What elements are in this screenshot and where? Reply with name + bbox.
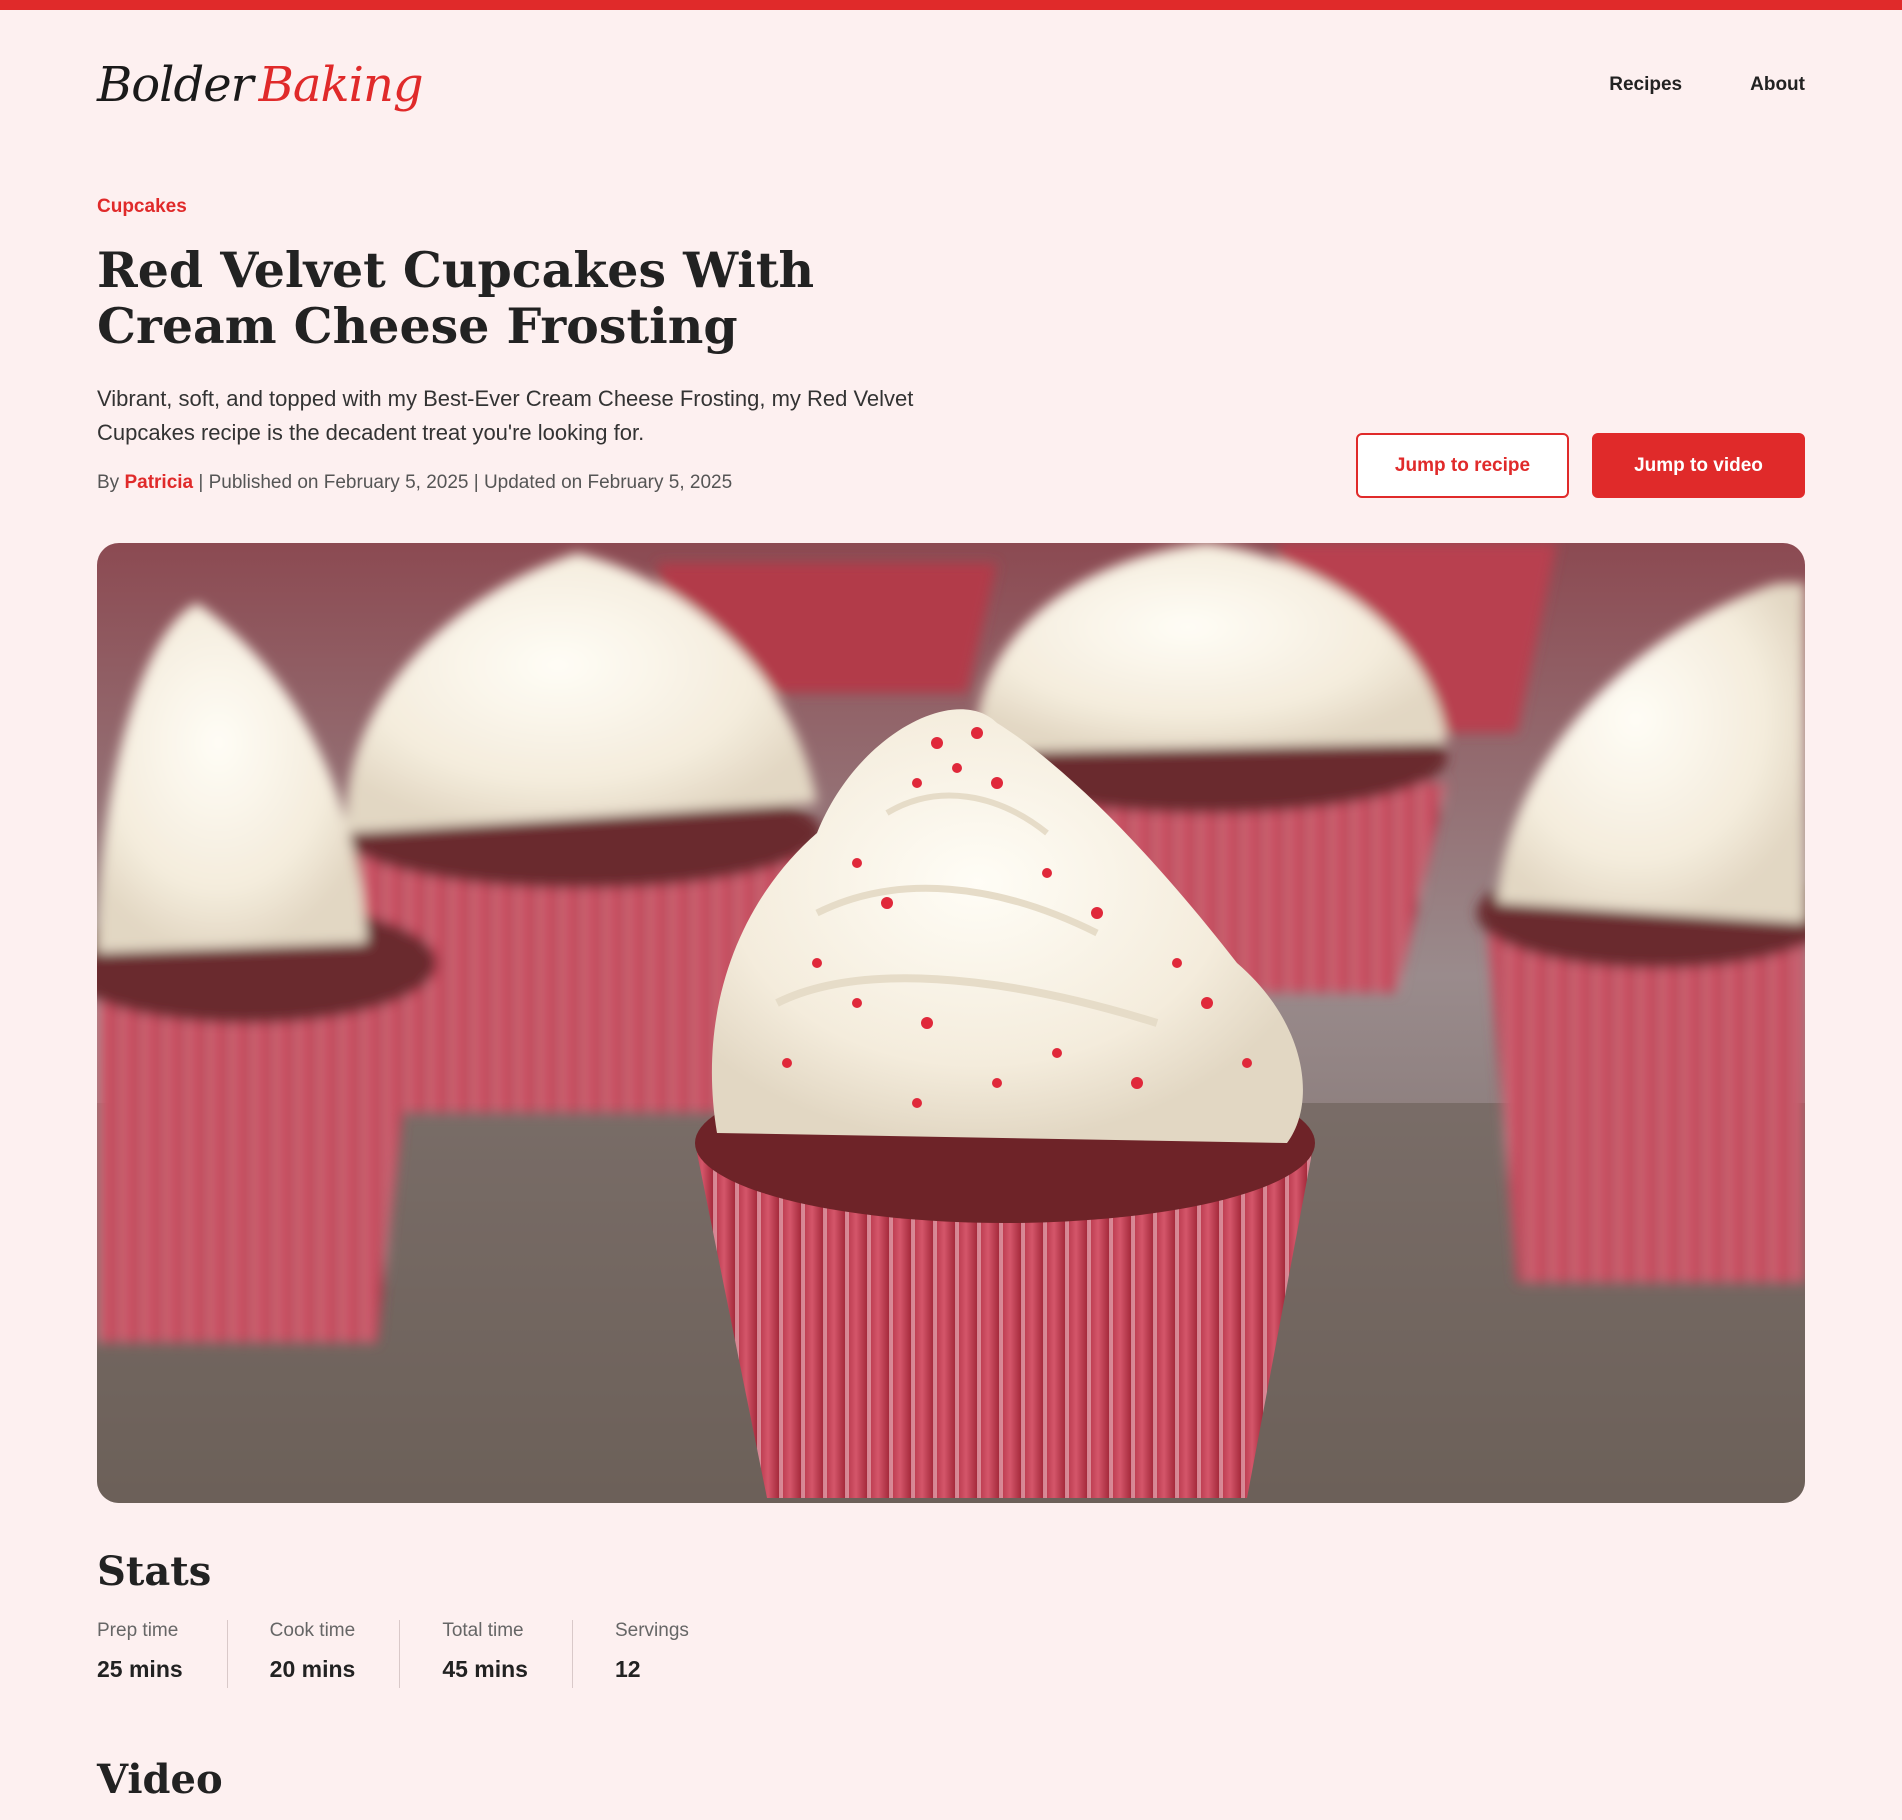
stat-value: 45 mins: [442, 1656, 528, 1682]
site-logo[interactable]: Bolder Baking: [97, 57, 424, 113]
main-nav: Recipes About: [1609, 74, 1805, 96]
stat-total-time: Total time 45 mins: [442, 1620, 573, 1688]
stat-value: 20 mins: [269, 1656, 356, 1682]
top-accent-bar: [0, 0, 1902, 10]
stat-label: Cook time: [269, 1620, 356, 1641]
stat-label: Prep time: [97, 1620, 179, 1641]
stat-prep-time: Prep time 25 mins: [97, 1620, 228, 1688]
logo-word-bolder: Bolder: [97, 57, 254, 113]
site-header: Bolder Baking Recipes About: [97, 40, 1805, 130]
stat-cook-time: Cook time 20 mins: [270, 1620, 401, 1688]
nav-recipes[interactable]: Recipes: [1609, 74, 1682, 96]
author-link[interactable]: Patricia: [124, 472, 193, 493]
stat-value: 25 mins: [97, 1656, 183, 1682]
stat-label: Servings: [614, 1620, 689, 1641]
publish-dates: | Published on February 5, 2025 | Update…: [198, 472, 733, 493]
stat-label: Total time: [442, 1620, 524, 1641]
nav-about[interactable]: About: [1750, 74, 1805, 96]
jump-to-video-button[interactable]: Jump to video: [1592, 433, 1805, 498]
video-heading: Video: [97, 1756, 223, 1803]
byline: By Patricia | Published on February 5, 2…: [97, 472, 732, 494]
stat-value: 12: [614, 1656, 641, 1682]
article-description: Vibrant, soft, and topped with my Best-E…: [97, 386, 914, 445]
stats-list: Prep time 25 mins Cook time 20 mins Tota…: [97, 1620, 775, 1688]
page-title: Red Velvet Cupcakes With Cream Cheese Fr…: [97, 241, 815, 355]
category-link[interactable]: Cupcakes: [97, 196, 187, 218]
stat-servings: Servings 12: [615, 1620, 733, 1688]
jump-to-recipe-button[interactable]: Jump to recipe: [1356, 433, 1569, 498]
hero-image: [97, 543, 1805, 1503]
byline-prefix: By: [97, 472, 120, 493]
logo-word-baking: Baking: [258, 57, 424, 113]
stats-heading: Stats: [97, 1548, 212, 1595]
